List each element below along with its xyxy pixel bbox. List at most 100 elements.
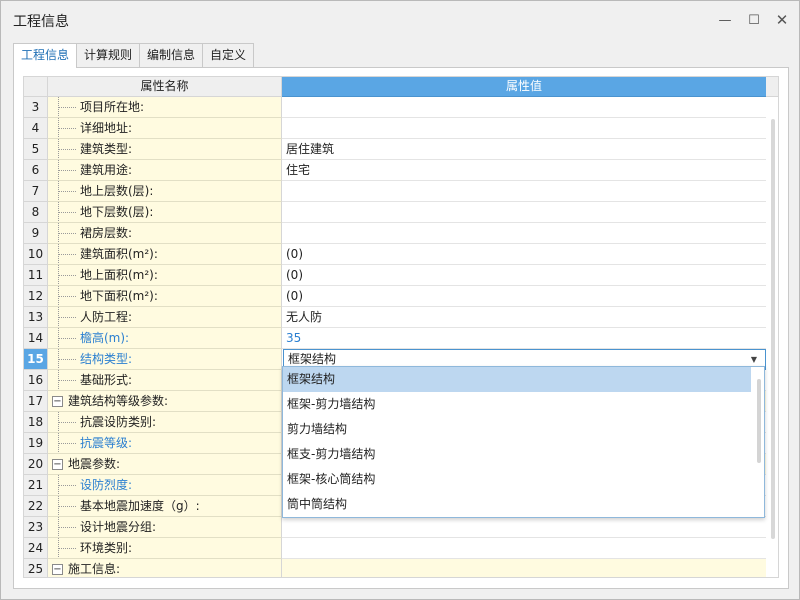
row-number: 15: [24, 349, 48, 370]
close-icon[interactable]: ✕: [770, 9, 794, 31]
table-row[interactable]: 3 项目所在地:: [24, 97, 766, 118]
row-number: 8: [24, 202, 48, 223]
table-row[interactable]: 14 檐高(m): 35: [24, 328, 766, 349]
table-row[interactable]: 5 建筑类型: 居住建筑: [24, 139, 766, 160]
property-value-cell[interactable]: [282, 517, 766, 538]
header-property-value[interactable]: 属性值: [282, 77, 766, 97]
property-name: 项目所在地:: [80, 100, 145, 114]
property-name-cell[interactable]: 基本地震加速度（g）:: [48, 496, 282, 517]
scrollbar-thumb[interactable]: [771, 119, 775, 539]
property-name: 基础形式:: [80, 373, 133, 387]
property-name-cell[interactable]: 地下面积(m²):: [48, 286, 282, 307]
row-number: 5: [24, 139, 48, 160]
property-name-cell[interactable]: 结构类型:: [48, 349, 282, 370]
table-row[interactable]: 23 设计地震分组:: [24, 517, 766, 538]
row-number: 4: [24, 118, 48, 139]
property-group-cell[interactable]: − 施工信息:: [48, 559, 282, 577]
property-group-cell[interactable]: − 建筑结构等级参数:: [48, 391, 282, 412]
property-name: 详细地址:: [80, 121, 133, 135]
minimize-icon[interactable]: —: [713, 9, 737, 31]
row-number: 11: [24, 265, 48, 286]
property-value-cell[interactable]: 居住建筑: [282, 139, 766, 160]
property-name-cell[interactable]: 抗震设防类别:: [48, 412, 282, 433]
tab-project-info[interactable]: 工程信息: [13, 43, 78, 68]
property-value-cell[interactable]: [282, 202, 766, 223]
property-name: 地下面积(m²):: [80, 289, 158, 303]
property-name: 地上面积(m²):: [80, 268, 158, 282]
property-name: 建筑类型:: [80, 142, 133, 156]
table-row[interactable]: 4 详细地址:: [24, 118, 766, 139]
table-row[interactable]: 13 人防工程: 无人防: [24, 307, 766, 328]
table-row[interactable]: 10 建筑面积(m²): (0): [24, 244, 766, 265]
row-number: 19: [24, 433, 48, 454]
property-name-cell[interactable]: 设计地震分组:: [48, 517, 282, 538]
row-number: 18: [24, 412, 48, 433]
tab-calc-rules[interactable]: 计算规则: [76, 43, 141, 67]
property-value-cell[interactable]: [282, 97, 766, 118]
property-name-cell[interactable]: 详细地址:: [48, 118, 282, 139]
select-value: 框架结构: [288, 352, 337, 366]
dropdown-option[interactable]: 框支-剪力墙结构: [283, 442, 751, 467]
property-name: 地上层数(层):: [80, 184, 154, 198]
table-row[interactable]: 9 裙房层数:: [24, 223, 766, 244]
property-group-cell[interactable]: − 地震参数:: [48, 454, 282, 475]
property-value-cell[interactable]: [282, 181, 766, 202]
row-number: 6: [24, 160, 48, 181]
property-name-cell[interactable]: 建筑面积(m²):: [48, 244, 282, 265]
structure-type-dropdown: 框架结构 框架-剪力墙结构 剪力墙结构 框支-剪力墙结构 框架-核心筒结构 筒中…: [282, 366, 765, 518]
table-row[interactable]: 11 地上面积(m²): (0): [24, 265, 766, 286]
property-value-cell[interactable]: [282, 118, 766, 139]
dropdown-option[interactable]: 筒中筒结构: [283, 492, 751, 517]
table-row[interactable]: 12 地下面积(m²): (0): [24, 286, 766, 307]
tab-custom[interactable]: 自定义: [202, 43, 255, 67]
property-name: 结构类型:: [80, 352, 133, 366]
property-value-cell[interactable]: (0): [282, 244, 766, 265]
property-name-cell[interactable]: 地上层数(层):: [48, 181, 282, 202]
property-name-cell[interactable]: 项目所在地:: [48, 97, 282, 118]
header-index-cell: [24, 77, 48, 97]
property-value-cell[interactable]: (0): [282, 286, 766, 307]
property-name-cell[interactable]: 人防工程:: [48, 307, 282, 328]
property-name-cell[interactable]: 建筑类型:: [48, 139, 282, 160]
property-value-cell[interactable]: 住宅: [282, 160, 766, 181]
row-number: 3: [24, 97, 48, 118]
dropdown-scrollbar[interactable]: [757, 379, 761, 463]
property-name-cell[interactable]: 基础形式:: [48, 370, 282, 391]
dropdown-option[interactable]: 框架结构: [283, 367, 751, 392]
property-group-name: 建筑结构等级参数:: [68, 394, 169, 408]
property-name-cell[interactable]: 设防烈度:: [48, 475, 282, 496]
property-value-cell[interactable]: (0): [282, 265, 766, 286]
property-value-cell[interactable]: [282, 538, 766, 559]
property-value-cell[interactable]: [282, 223, 766, 244]
property-name: 地下层数(层):: [80, 205, 154, 219]
property-name-cell[interactable]: 建筑用途:: [48, 160, 282, 181]
table-row[interactable]: 24 环境类别:: [24, 538, 766, 559]
property-name-cell[interactable]: 地上面积(m²):: [48, 265, 282, 286]
grid-vertical-scrollbar[interactable]: [767, 97, 778, 577]
property-name-cell[interactable]: 抗震等级:: [48, 433, 282, 454]
table-row[interactable]: 6 建筑用途: 住宅: [24, 160, 766, 181]
property-value-cell[interactable]: 35: [282, 328, 766, 349]
table-row[interactable]: 8 地下层数(层):: [24, 202, 766, 223]
dropdown-option[interactable]: 剪力墙结构: [283, 417, 751, 442]
dropdown-option[interactable]: 框架-核心筒结构: [283, 467, 751, 492]
maximize-icon[interactable]: ☐: [742, 9, 766, 31]
table-row-group[interactable]: 25 − 施工信息:: [24, 559, 766, 577]
header-property-name[interactable]: 属性名称: [48, 77, 282, 97]
property-value-cell[interactable]: 无人防: [282, 307, 766, 328]
table-row[interactable]: 7 地上层数(层):: [24, 181, 766, 202]
row-number: 22: [24, 496, 48, 517]
property-group-name: 施工信息:: [68, 562, 121, 576]
property-name-cell[interactable]: 檐高(m):: [48, 328, 282, 349]
property-name-cell[interactable]: 裙房层数:: [48, 223, 282, 244]
property-name: 建筑用途:: [80, 163, 133, 177]
collapse-icon[interactable]: −: [52, 396, 63, 407]
collapse-icon[interactable]: −: [52, 564, 63, 575]
row-number: 14: [24, 328, 48, 349]
dropdown-option[interactable]: 框架-剪力墙结构: [283, 392, 751, 417]
collapse-icon[interactable]: −: [52, 459, 63, 470]
property-name-cell[interactable]: 地下层数(层):: [48, 202, 282, 223]
grid-header: 属性名称 属性值: [24, 77, 778, 97]
tab-compile-info[interactable]: 编制信息: [139, 43, 204, 67]
property-name-cell[interactable]: 环境类别:: [48, 538, 282, 559]
